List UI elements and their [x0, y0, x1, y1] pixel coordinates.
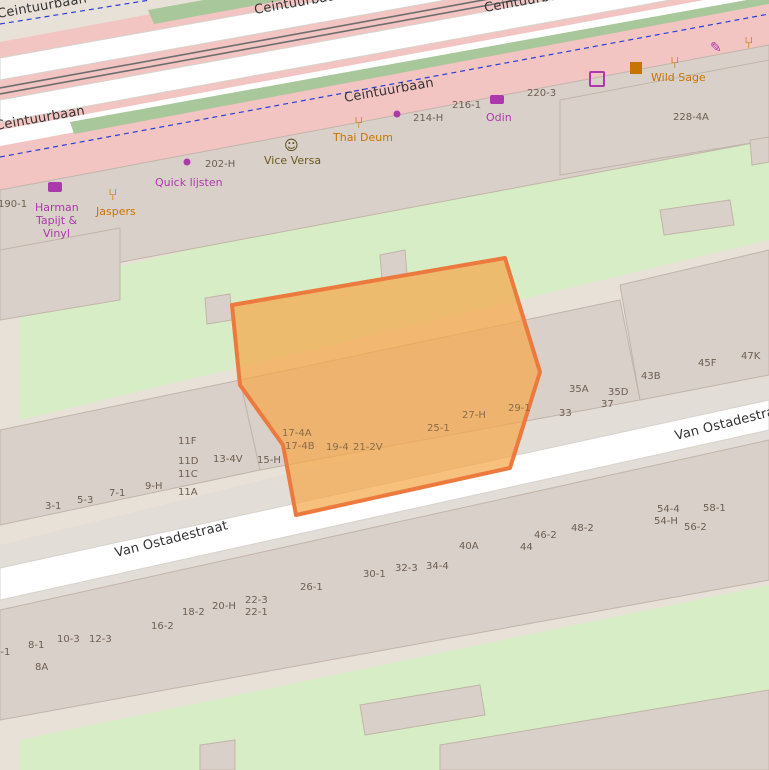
cafe-icon [630, 62, 642, 74]
house-number: 11C [178, 469, 198, 480]
house-number: 9-H [145, 481, 163, 492]
restaurant-icon: ⑂ [670, 53, 680, 72]
house-number: 3-1 [45, 501, 61, 512]
house-number: 6-1 [0, 647, 10, 658]
house-number: 214-H [413, 113, 443, 124]
house-number: 44 [520, 542, 533, 553]
map-canvas[interactable]: ⑂ ☺ ⑂ ⑂ ✎ ⑂ Ceintuurbaan Ceintuurbaan Ce… [0, 0, 769, 770]
house-number: 17-4B [285, 441, 315, 452]
beauty-icon: ✎ [710, 40, 722, 56]
poi-label-thai-deum: Thai Deum [332, 131, 393, 144]
house-number: 48-2 [571, 523, 594, 534]
poi-label-vice-versa: Vice Versa [264, 154, 321, 167]
house-number: 11D [178, 456, 199, 467]
house-number: 46-2 [534, 530, 557, 541]
house-number: 35A [569, 384, 589, 395]
house-number: 16-2 [151, 621, 174, 632]
house-number: 26-1 [300, 582, 323, 593]
house-number: 54-4 [657, 504, 680, 515]
poi-label-harman: Harman [35, 201, 79, 214]
poi-label-harman: Tapijt & [35, 214, 78, 227]
poi-label-quick-lijsten: Quick lijsten [155, 176, 223, 189]
house-number: 7-1 [109, 488, 125, 499]
house-number: 22-1 [245, 607, 268, 618]
restaurant-icon: ⑂ [744, 33, 754, 52]
house-number: 228-4A [673, 112, 709, 123]
theatre-icon: ☺ [284, 138, 299, 154]
house-number: 29-1 [508, 403, 531, 414]
house-number: 27-H [462, 410, 486, 421]
house-number: 21-2V [353, 442, 383, 453]
house-number: 25-1 [427, 423, 450, 434]
house-number: 43B [641, 371, 661, 382]
house-number: 216-1 [452, 100, 481, 111]
poi-label-wild-sage: Wild Sage [651, 71, 706, 84]
house-number: 18-2 [182, 607, 205, 618]
house-number: 190-1 [0, 199, 27, 210]
restaurant-icon: ⑂ [354, 113, 364, 132]
house-number: 202-H [205, 159, 235, 170]
basket-icon [490, 95, 504, 104]
house-number: 34-4 [426, 561, 449, 572]
house-number: 45F [698, 358, 717, 369]
house-number: 11F [178, 436, 197, 447]
house-number: 220-3 [527, 88, 556, 99]
house-number: 19-4 [326, 442, 349, 453]
house-number: 5-3 [77, 495, 93, 506]
shop-dot-icon [183, 158, 191, 166]
restaurant-icon: ⑂ [108, 185, 118, 204]
house-number: 40A [459, 541, 479, 552]
house-number: 11A [178, 487, 198, 498]
furniture-shop-icon [48, 182, 62, 192]
house-number: 15-H [257, 455, 281, 466]
house-number: 20-H [212, 601, 236, 612]
house-number: 58-1 [703, 503, 726, 514]
house-number: 8A [35, 662, 48, 673]
house-number: 22-3 [245, 595, 268, 606]
house-number: 56-2 [684, 522, 707, 533]
house-number: 17-4A [282, 428, 312, 439]
house-number: 35D [608, 387, 629, 398]
house-number: 8-1 [28, 640, 44, 651]
house-number: 10-3 [57, 634, 80, 645]
house-number: 32-3 [395, 563, 418, 574]
shop-dot-icon [393, 110, 401, 118]
house-number: 47K [741, 351, 761, 362]
house-number: 12-3 [89, 634, 112, 645]
poi-label-jaspers: Jaspers [95, 205, 136, 218]
poi-label-odin: Odin [486, 111, 512, 124]
house-number: 54-H [654, 516, 678, 527]
house-number: 13-4V [213, 454, 243, 465]
house-number: 30-1 [363, 569, 386, 580]
house-number: 33 [559, 408, 572, 419]
house-number: 37 [601, 399, 614, 410]
poi-label-harman: Vinyl [43, 227, 70, 240]
